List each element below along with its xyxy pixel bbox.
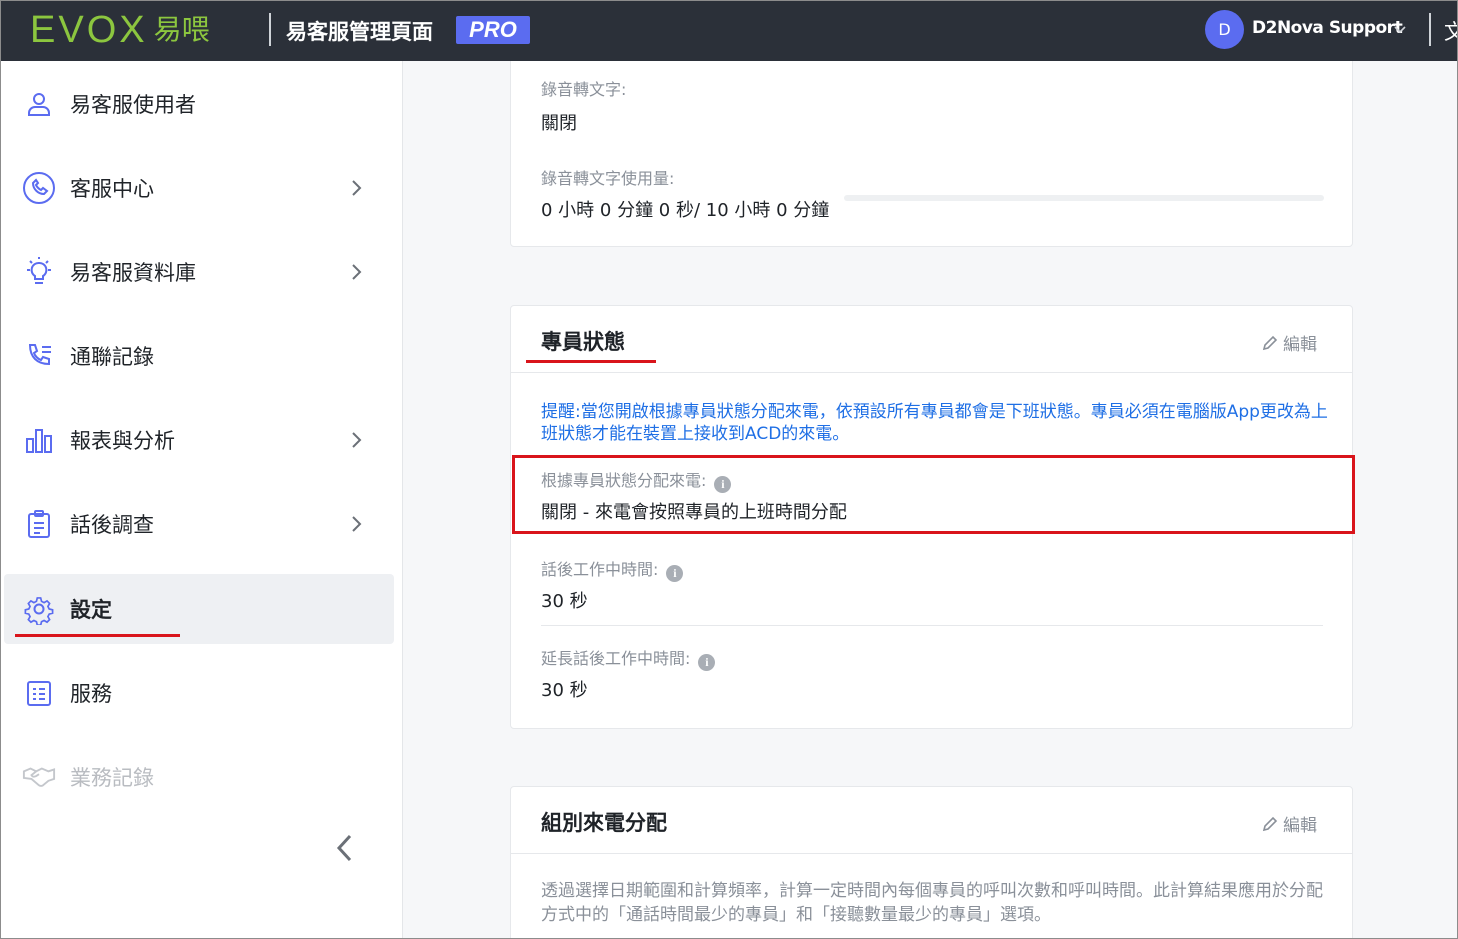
agent-status-title: 專員狀態 (541, 330, 625, 354)
gear-icon (22, 592, 56, 626)
sidebar-item-knowledge-base[interactable]: 易客服資料庫 (4, 237, 394, 307)
extended-acw-label: 延長話後工作中時間: i (541, 645, 716, 671)
acw-time-label: 話後工作中時間: i (541, 556, 684, 582)
chevron-right-icon (352, 264, 362, 280)
edit-label: 編輯 (1283, 816, 1317, 836)
sidebar-item-label: 服務 (70, 682, 112, 706)
chevron-right-icon (352, 432, 362, 448)
sidebar-item-reports[interactable]: 報表與分析 (4, 405, 394, 475)
sidebar-item-services[interactable]: 服務 (4, 658, 394, 728)
collapse-sidebar-icon[interactable] (330, 830, 360, 866)
bar-chart-icon (22, 423, 56, 457)
group-routing-edit-button[interactable]: 編輯 (1261, 811, 1317, 836)
sidebar-item-survey[interactable]: 話後調查 (4, 489, 394, 559)
headset-icon (22, 171, 56, 205)
language-switch[interactable]: 文 (1444, 16, 1458, 46)
sidebar-item-label: 話後調查 (70, 513, 154, 537)
sidebar-item-service-center[interactable]: 客服中心 (4, 153, 394, 223)
chevron-right-icon (352, 516, 362, 532)
sidebar-item-business-log: 業務記錄 (4, 742, 394, 812)
handshake-icon (22, 760, 56, 794)
pencil-icon (1262, 335, 1278, 350)
acw-time-label-text: 話後工作中時間: (541, 560, 659, 579)
clipboard-icon (22, 507, 56, 541)
group-routing-card: 組別來電分配 編輯 透過選擇日期範圍和計算頻率，計算一定時間內每個專員的呼叫次數… (510, 786, 1353, 939)
page-title: 易客服管理頁面 (286, 20, 433, 44)
pro-badge: PRO (456, 16, 530, 44)
card-header-divider (511, 853, 1352, 854)
active-item-underline (15, 634, 180, 637)
sidebar-item-label: 客服中心 (70, 177, 154, 201)
sidebar-item-label: 報表與分析 (70, 429, 175, 453)
extended-acw-value: 30 秒 (541, 680, 588, 701)
pencil-icon (1262, 816, 1278, 831)
evox-logo[interactable]: EVOX 易喂 (30, 9, 210, 51)
card-header-divider (511, 372, 1352, 373)
user-icon (22, 87, 56, 121)
acw-time-value: 30 秒 (541, 591, 588, 612)
logo-text: EVOX (30, 9, 148, 51)
usage-label: 錄音轉文字使用量: (541, 169, 675, 188)
sidebar-item-label: 易客服資料庫 (70, 261, 196, 285)
field-divider (541, 625, 1323, 626)
user-name[interactable]: D2Nova Support (1252, 18, 1403, 38)
lightbulb-icon (22, 255, 56, 289)
sidebar-item-users[interactable]: 易客服使用者 (4, 69, 394, 139)
agent-status-edit-button[interactable]: 編輯 (1261, 330, 1317, 355)
sidebar-item-label: 通聯記錄 (70, 345, 154, 369)
chevron-down-icon[interactable] (1392, 19, 1408, 39)
logo-cn-text: 易喂 (153, 13, 210, 46)
group-routing-title: 組別來電分配 (541, 811, 667, 835)
sidebar-item-label: 設定 (70, 598, 112, 622)
header-divider (269, 13, 271, 46)
list-icon (22, 676, 56, 710)
phone-log-icon (22, 339, 56, 373)
stt-label: 錄音轉文字: (541, 80, 627, 99)
title-underline (526, 360, 656, 363)
avatar[interactable]: D (1205, 10, 1244, 49)
sidebar: 易客服使用者 客服中心 易客服資料庫 通聯記錄 報表與分析 話後調查 設定 服務… (0, 61, 403, 939)
info-icon[interactable]: i (698, 654, 716, 671)
sidebar-item-call-log[interactable]: 通聯記錄 (4, 321, 394, 391)
stt-value: 關閉 (541, 113, 577, 134)
recording-card: 錄音轉文字: 關閉 錄音轉文字使用量: 0 小時 0 分鐘 0 秒/ 10 小時… (510, 61, 1353, 247)
usage-value: 0 小時 0 分鐘 0 秒/ 10 小時 0 分鐘 (541, 200, 830, 221)
extended-acw-label-text: 延長話後工作中時間: (541, 649, 691, 668)
edit-label: 編輯 (1283, 335, 1317, 355)
agent-status-notice: 提醒:當您開啟根據專員狀態分配來電，依預設所有專員都會是下班狀態。專員必須在電腦… (541, 402, 1328, 444)
header-separator (1429, 13, 1431, 46)
highlight-box (512, 455, 1355, 534)
sidebar-item-label: 易客服使用者 (70, 93, 196, 117)
top-header: EVOX 易喂 易客服管理頁面 PRO D D2Nova Support 文 (0, 0, 1458, 61)
chevron-right-icon (352, 180, 362, 196)
group-routing-description: 透過選擇日期範圍和計算頻率，計算一定時間內每個專員的呼叫次數和呼叫時間。此計算結… (541, 881, 1323, 925)
sidebar-item-label: 業務記錄 (70, 766, 154, 790)
usage-progress-bar (844, 195, 1324, 201)
info-icon[interactable]: i (666, 565, 684, 582)
